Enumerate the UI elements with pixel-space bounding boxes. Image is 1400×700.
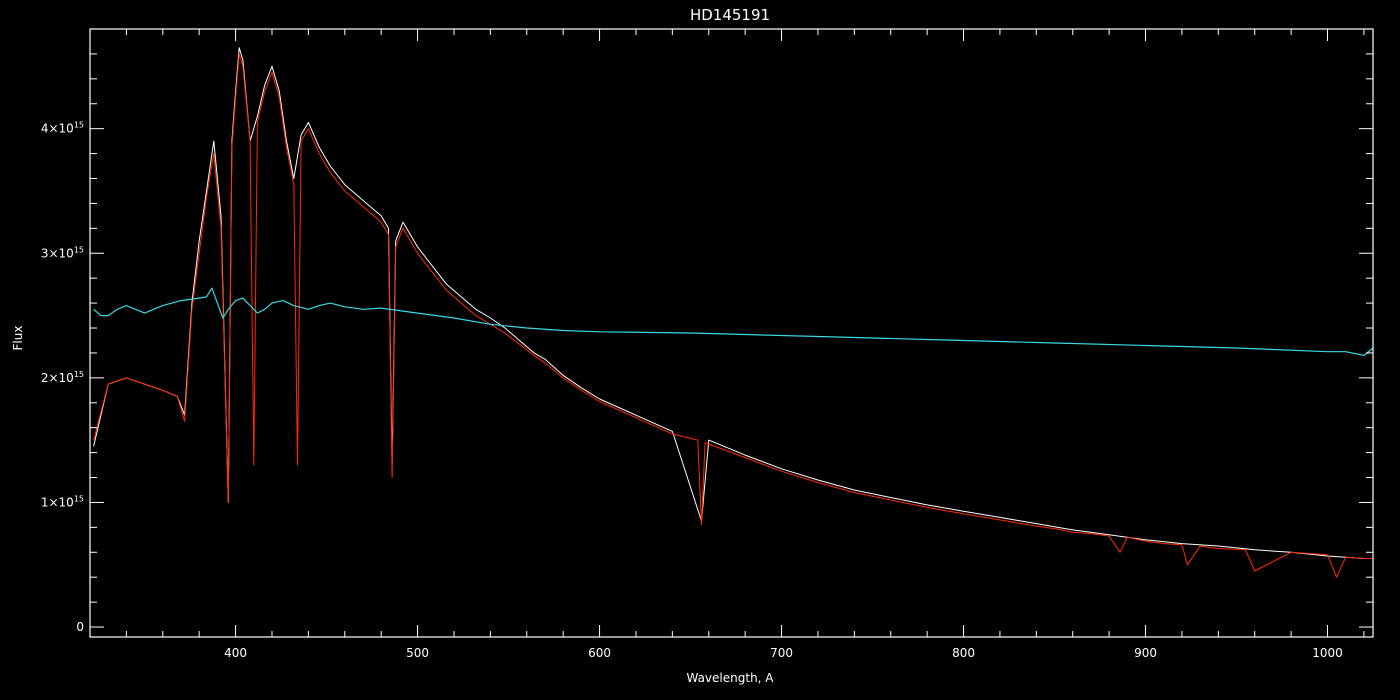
y-tick-label: 0 xyxy=(76,620,84,634)
ticks-layer: 400 500 600 700 800 900 1000 0 1×1015 2×1015 3×101… xyxy=(41,29,1373,660)
x-axis-label: Wavelength, A xyxy=(686,671,774,685)
y-axis-label: Flux xyxy=(11,326,25,351)
y-tick-label: 4×1015 xyxy=(41,121,84,136)
x-tick-label: 800 xyxy=(952,646,975,660)
x-tick-label: 600 xyxy=(588,646,611,660)
series-layer xyxy=(93,47,1374,578)
x-tick-label: 900 xyxy=(1134,646,1157,660)
spectrum-chart: HD145191 Flux Wavelength, A 400 500 600 700… xyxy=(11,6,1374,685)
y-tick-label: 1×1015 xyxy=(41,494,84,509)
series-line-0 xyxy=(93,47,1373,559)
x-tick-label: 700 xyxy=(770,646,793,660)
x-tick-label: 500 xyxy=(406,646,429,660)
y-tick-label: 3×1015 xyxy=(41,245,84,260)
series-line-2 xyxy=(93,287,1374,356)
y-tick-label: 2×1015 xyxy=(41,370,84,385)
x-tick-label: 1000 xyxy=(1312,646,1343,660)
chart-title: HD145191 xyxy=(690,6,770,24)
x-tick-label: 400 xyxy=(224,646,247,660)
